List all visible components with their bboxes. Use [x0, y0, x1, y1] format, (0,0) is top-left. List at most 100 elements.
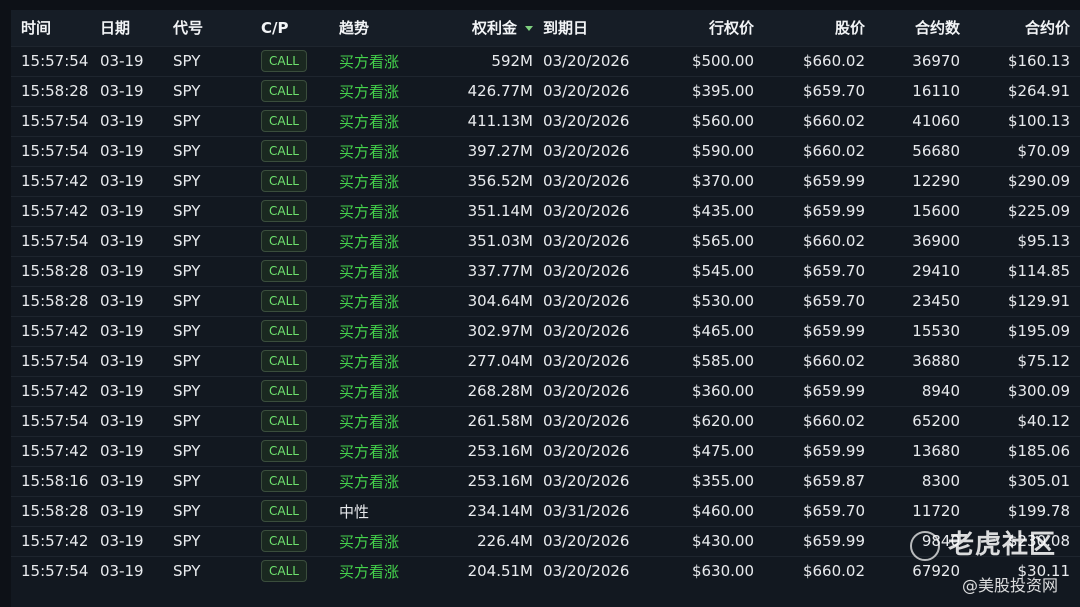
cell-symbol: SPY: [173, 232, 201, 250]
cell-date: 03-19: [100, 562, 144, 581]
cell-date: 03-19: [100, 502, 144, 520]
cell-stock-price: $659.99: [802, 442, 865, 460]
table-row[interactable]: 15:57:42 03-19 SPY CALL 买方看涨 351.14M 03/20/202…: [11, 196, 1080, 226]
col-header-stock-price[interactable]: 股价: [764, 10, 875, 46]
cell-contract-price: $199.78: [1007, 502, 1070, 520]
col-header-expiry[interactable]: 到期日: [533, 10, 650, 46]
cell-trend: 买方看涨: [339, 106, 454, 136]
call-put-badge: CALL: [261, 110, 307, 132]
trend-label: 买方看涨: [339, 292, 400, 311]
cell-expiry: 03/20/2026: [543, 442, 630, 460]
trend-label: 买方看涨: [339, 322, 400, 341]
cell-trend: 买方看涨: [339, 286, 454, 316]
col-header-time[interactable]: 时间: [11, 10, 100, 46]
table-row[interactable]: 15:57:54 03-19 SPY CALL 买方看涨 351.03M 03/20/202…: [11, 226, 1080, 256]
trend-label: 中性: [339, 502, 370, 521]
call-put-badge: CALL: [261, 230, 307, 252]
sort-desc-icon[interactable]: [525, 26, 533, 32]
trend-label: 买方看涨: [339, 562, 400, 581]
col-header-symbol[interactable]: 代号: [173, 10, 261, 46]
cell-strike: $585.00: [691, 352, 754, 370]
cell-stock-price: $659.70: [802, 82, 865, 100]
cell-stock-price: $660.02: [802, 232, 865, 250]
col-header-premium[interactable]: 权利金: [454, 10, 533, 46]
call-put-badge: CALL: [261, 50, 307, 72]
cell-cp: CALL: [261, 106, 339, 136]
table-row[interactable]: 15:57:54 03-19 SPY CALL 买方看涨 592M 03/20/2026 $5…: [11, 46, 1080, 76]
table-row[interactable]: 15:57:42 03-19 SPY CALL 买方看涨 253.16M 03/20/202…: [11, 436, 1080, 466]
cell-premium: 204.51M: [467, 562, 533, 581]
cell-trend: 买方看涨: [339, 136, 454, 166]
cell-trend: 买方看涨: [339, 406, 454, 436]
table-row[interactable]: 15:57:54 03-19 SPY CALL 买方看涨 411.13M 03/20/202…: [11, 106, 1080, 136]
table-row[interactable]: 15:58:28 03-19 SPY CALL 买方看涨 337.77M 03/20/202…: [11, 256, 1080, 286]
col-header-contracts[interactable]: 合约数: [875, 10, 970, 46]
col-header-contract-price[interactable]: 合约价: [970, 10, 1080, 46]
cell-trend: 买方看涨: [339, 556, 454, 586]
cell-symbol: SPY: [173, 202, 201, 220]
cell-contract-price: $40.12: [1017, 412, 1071, 430]
cell-premium: 411.13M: [467, 112, 533, 130]
table-row[interactable]: 15:57:54 03-19 SPY CALL 买方看涨 397.27M 03/20/202…: [11, 136, 1080, 166]
trend-label: 买方看涨: [339, 52, 400, 71]
cell-date: 03-19: [100, 112, 144, 130]
table-row[interactable]: 15:57:42 03-19 SPY CALL 买方看涨 302.97M 03/20/202…: [11, 316, 1080, 346]
cell-strike: $395.00: [691, 82, 754, 100]
cell-contracts: 23450: [912, 292, 960, 310]
call-put-badge: CALL: [261, 440, 307, 462]
cell-contracts: 65200: [912, 412, 960, 430]
trend-label: 买方看涨: [339, 202, 400, 221]
trend-label: 买方看涨: [339, 442, 400, 461]
cell-strike: $560.00: [691, 112, 754, 130]
table-row[interactable]: 15:57:42 03-19 SPY CALL 买方看涨 268.28M 03/20/202…: [11, 376, 1080, 406]
cell-expiry: 03/20/2026: [543, 52, 630, 70]
table-row[interactable]: 15:57:54 03-19 SPY CALL 买方看涨 261.58M 03/20/202…: [11, 406, 1080, 436]
table-row[interactable]: 15:57:42 03-19 SPY CALL 买方看涨 356.52M 03/20/202…: [11, 166, 1080, 196]
cell-symbol: SPY: [173, 412, 201, 430]
cell-trend: 买方看涨: [339, 256, 454, 286]
table-body: 15:57:54 03-19 SPY CALL 买方看涨 592M 03/20/2026 $5…: [11, 46, 1080, 586]
trend-label: 买方看涨: [339, 382, 400, 401]
cell-contract-price: $195.09: [1007, 322, 1070, 340]
cell-contract-price: $225.09: [1007, 202, 1070, 220]
tiger-icon: [909, 530, 940, 561]
cell-symbol: SPY: [173, 532, 201, 550]
cell-date: 03-19: [100, 172, 144, 190]
col-header-strike[interactable]: 行权价: [650, 10, 764, 46]
cell-premium: 277.04M: [467, 352, 533, 370]
cell-symbol: SPY: [173, 352, 201, 370]
table-row[interactable]: 15:58:28 03-19 SPY CALL 买方看涨 304.64M 03/20/202…: [11, 286, 1080, 316]
cell-contract-price: $264.91: [1007, 82, 1070, 100]
cell-trend: 买方看涨: [339, 226, 454, 256]
cell-expiry: 03/20/2026: [543, 202, 630, 220]
trend-label: 买方看涨: [339, 532, 400, 551]
cell-symbol: SPY: [173, 472, 201, 490]
table-row[interactable]: 15:58:28 03-19 SPY CALL 中性 234.14M 03/31/2026 $…: [11, 496, 1080, 526]
col-header-trend[interactable]: 趋势: [339, 10, 454, 46]
cell-stock-price: $660.02: [802, 352, 865, 370]
cell-contract-price: $75.12: [1017, 352, 1071, 370]
call-put-badge: CALL: [261, 140, 307, 162]
col-header-cp[interactable]: C/P: [261, 10, 339, 46]
cell-premium: 302.97M: [467, 322, 533, 340]
cell-premium: 397.27M: [467, 142, 533, 160]
cell-date: 03-19: [100, 412, 144, 430]
cell-cp: CALL: [261, 46, 339, 76]
trend-label: 买方看涨: [339, 262, 400, 281]
table-row[interactable]: 15:57:54 03-19 SPY CALL 买方看涨 277.04M 03/20/202…: [11, 346, 1080, 376]
cell-strike: $460.00: [691, 502, 754, 520]
cell-strike: $465.00: [691, 322, 754, 340]
table-row[interactable]: 15:58:16 03-19 SPY CALL 买方看涨 253.16M 03/20/202…: [11, 466, 1080, 496]
cell-contracts: 36970: [912, 52, 960, 70]
cell-contracts: 8300: [921, 472, 960, 490]
cell-cp: CALL: [261, 76, 339, 106]
cell-contracts: 36880: [912, 352, 960, 370]
cell-time: 15:58:16: [21, 472, 89, 490]
cell-symbol: SPY: [173, 322, 201, 340]
call-put-badge: CALL: [261, 530, 307, 552]
col-header-date[interactable]: 日期: [100, 10, 173, 46]
cell-premium: 356.52M: [467, 172, 533, 190]
cell-date: 03-19: [100, 82, 144, 100]
cell-time: 15:58:28: [21, 292, 89, 310]
table-row[interactable]: 15:58:28 03-19 SPY CALL 买方看涨 426.77M 03/20/202…: [11, 76, 1080, 106]
